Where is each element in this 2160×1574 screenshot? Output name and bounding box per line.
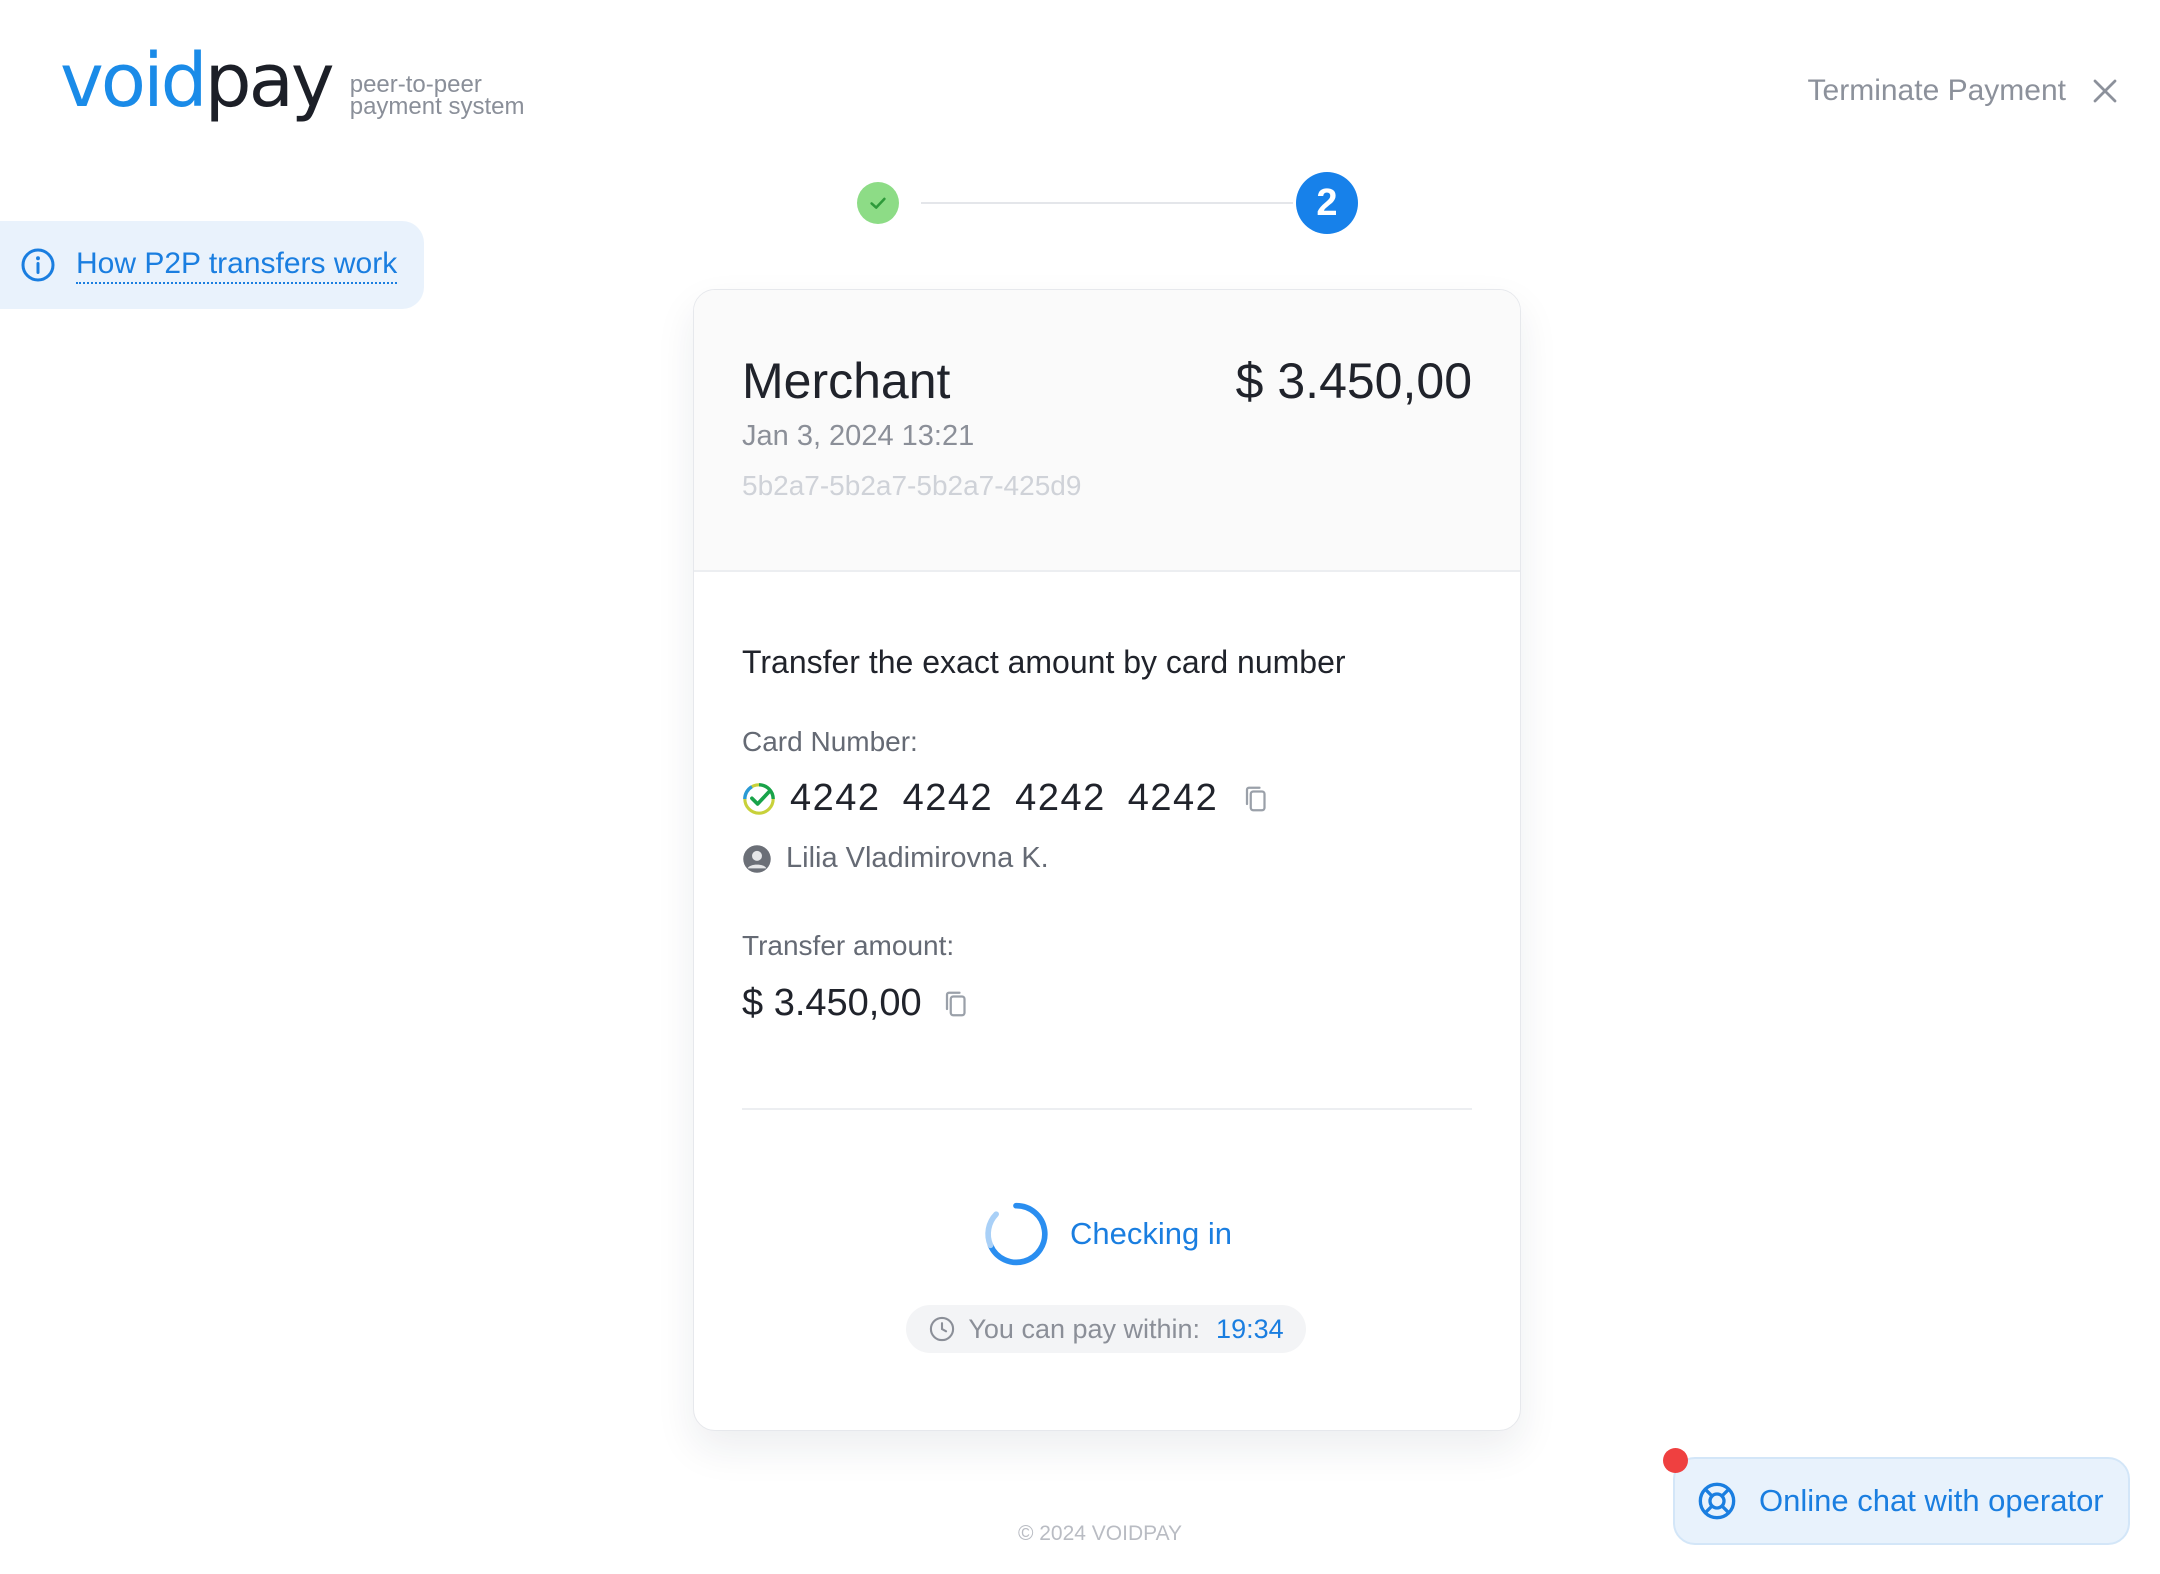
clock-icon: [930, 1316, 955, 1342]
payment-card: Merchant $ 3.450,00 Jan 3, 2024 13:21 5b…: [693, 289, 1521, 1431]
terminate-label: Terminate Payment: [1807, 74, 2066, 107]
payment-page: void pay peer-to-peer payment system Term…: [0, 0, 2160, 1574]
copy-card-number-icon[interactable]: [1242, 783, 1272, 815]
card-number-label: Card Number:: [742, 726, 918, 757]
payment-date: Jan 3, 2024 13:21: [742, 420, 975, 452]
checkmark-icon: [870, 197, 886, 209]
merchant-amount: $ 3.450,00: [1235, 353, 1472, 409]
step-2-active: 2: [1296, 172, 1358, 234]
online-chat-button[interactable]: Online chat with operator: [1673, 1457, 2130, 1545]
card-number-row: 4242 4242 4242 4242: [742, 777, 1272, 820]
chat-label: Online chat with operator: [1759, 1483, 2104, 1518]
lifebuoy-icon: [1698, 1482, 1736, 1520]
info-icon: [21, 248, 55, 282]
order-id: 5b2a7-5b2a7-5b2a7-425d9: [742, 470, 1082, 501]
progress-stepper: 2: [857, 170, 1358, 234]
merchant-header: Merchant $ 3.450,00 Jan 3, 2024 13:21 5b…: [694, 290, 1520, 572]
timer-label: You can pay within:: [968, 1313, 1201, 1344]
transfer-amount-label: Transfer amount:: [742, 930, 955, 961]
transfer-amount: $ 3.450,00: [742, 982, 922, 1024]
transfer-amount-row: $ 3.450,00: [742, 982, 972, 1025]
copy-amount-icon[interactable]: [942, 988, 972, 1020]
logo-void: void: [60, 38, 208, 124]
checking-status: Checking in: [694, 1200, 1520, 1268]
step-1-complete: [857, 182, 899, 224]
logo-pay: pay: [204, 38, 335, 124]
close-icon: [2093, 79, 2117, 103]
card-holder-row: Lilia Vladimirovna K.: [742, 842, 1049, 875]
checking-label: Checking in: [1070, 1216, 1232, 1251]
card-number: 4242 4242 4242 4242: [790, 777, 1219, 819]
bank-logo-icon: [743, 782, 775, 815]
tagline-line2: payment system: [349, 93, 525, 120]
how-p2p-pill[interactable]: How P2P transfers work: [0, 221, 424, 309]
timer-value: 19:34: [1216, 1313, 1284, 1344]
stepper-line: [921, 202, 1293, 204]
how-p2p-link[interactable]: How P2P transfers work: [76, 247, 398, 284]
card-holder-name: Lilia Vladimirovna K.: [786, 842, 1049, 874]
logo-wordmark: void pay: [60, 38, 335, 124]
transfer-instruction: Transfer the exact amount by card number: [742, 644, 1346, 680]
section-divider: [742, 1108, 1472, 1110]
merchant-name: Merchant: [742, 353, 951, 409]
terminate-payment-button[interactable]: Terminate Payment: [1808, 74, 2120, 108]
user-avatar-icon: [743, 844, 771, 873]
loading-spinner-icon: [985, 1202, 1048, 1266]
voidpay-logo: void pay peer-to-peer payment system: [60, 38, 525, 124]
chat-notification-badge: [1663, 1448, 1688, 1473]
payment-timer: You can pay within: 19:34: [906, 1305, 1306, 1353]
logo-tagline: peer-to-peer payment system: [349, 73, 525, 120]
